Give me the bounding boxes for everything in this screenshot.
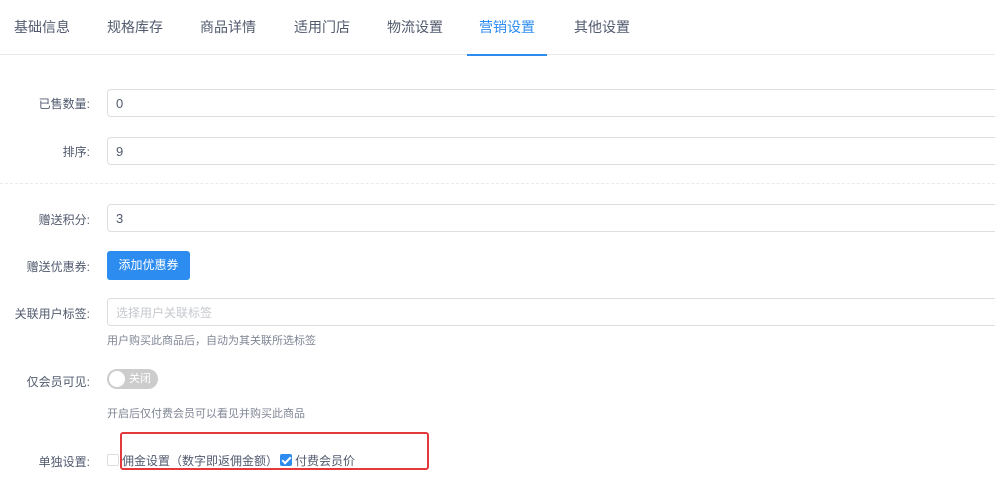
tab-stores[interactable]: 适用门店 [294, 0, 350, 55]
user-tags-label: 关联用户标签: [14, 307, 90, 321]
user-tags-select[interactable] [107, 298, 995, 326]
switch-knob [109, 371, 125, 387]
tab-logistics[interactable]: 物流设置 [387, 0, 443, 55]
user-tags-help: 用户购买此商品后，自动为其关联所选标签 [107, 335, 316, 347]
sold-count-input[interactable] [107, 89, 995, 117]
section-divider [0, 183, 995, 184]
individual-settings-label: 单独设置: [38, 455, 90, 469]
members-only-label: 仅会员可见: [26, 375, 90, 389]
tab-product-details[interactable]: 商品详情 [200, 0, 256, 55]
tab-marketing[interactable]: 营销设置 [467, 0, 547, 56]
tab-other[interactable]: 其他设置 [574, 0, 630, 55]
tab-spec-stock[interactable]: 规格库存 [107, 0, 163, 55]
gift-points-input[interactable] [107, 204, 995, 232]
sold-count-label: 已售数量: [38, 97, 90, 111]
gift-points-label: 赠送积分: [38, 213, 90, 227]
checkbox-box[interactable] [107, 454, 119, 466]
add-coupon-button[interactable]: 添加优惠券 [107, 251, 190, 280]
red-highlight-box [120, 432, 429, 470]
gift-coupon-label: 赠送优惠券: [26, 260, 90, 274]
members-only-help: 开启后仅付费会员可以看见并购买此商品 [107, 408, 305, 420]
switch-text: 关闭 [129, 373, 151, 385]
sort-label: 排序: [62, 145, 90, 159]
sort-input[interactable] [107, 137, 995, 165]
members-only-switch[interactable]: 关闭 [107, 369, 158, 389]
tab-basic-info[interactable]: 基础信息 [14, 0, 70, 55]
tab-bar: 基础信息 规格库存 商品详情 适用门店 物流设置 营销设置 其他设置 [0, 0, 995, 56]
